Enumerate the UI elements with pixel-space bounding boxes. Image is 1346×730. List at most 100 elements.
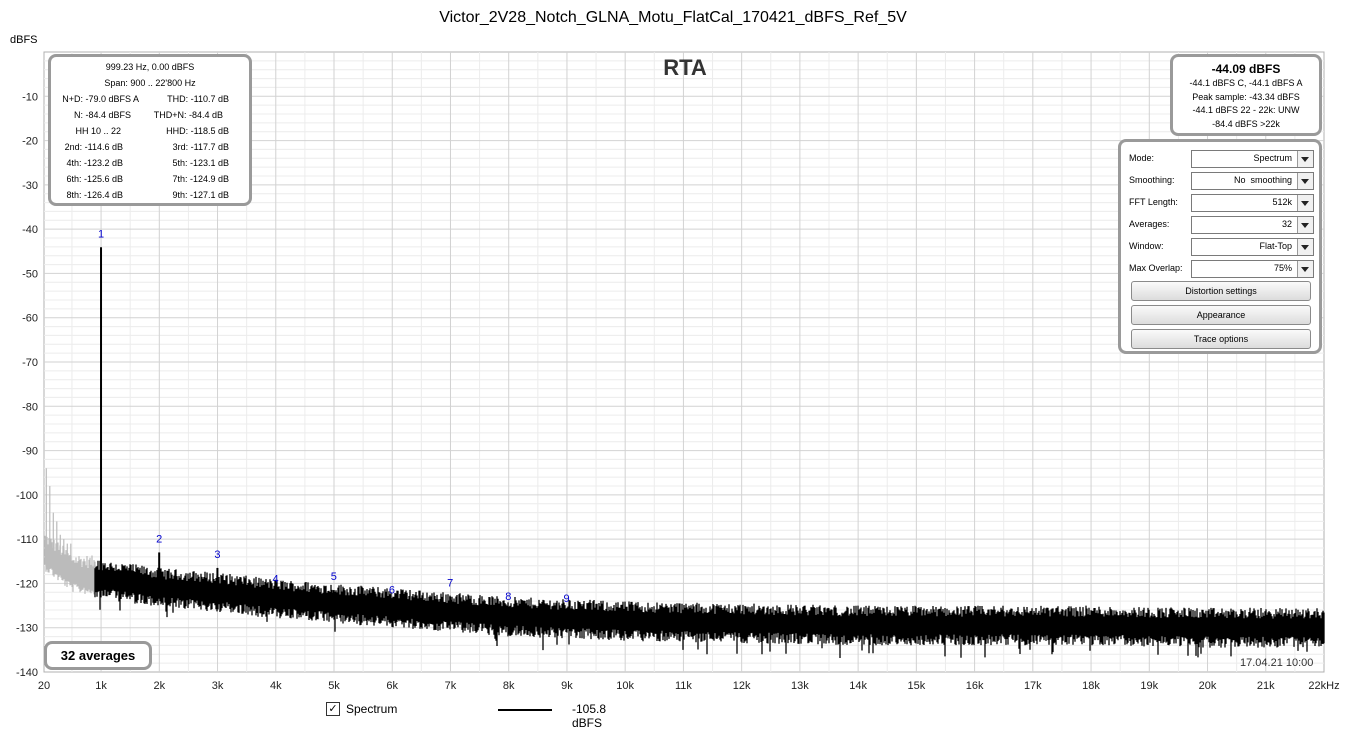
harmonic-5th-value: 5th: -123.1 dB [172,158,229,168]
chevron-down-icon[interactable] [1297,151,1313,167]
smoothing-select[interactable]: No smoothing [1191,172,1314,190]
x-axis-tick-labels: 20 1k 2k 3k 4k 5k 6k 7k 8k 9k 10k 11k 12k 13k 14k 15k 16… [38,680,1340,692]
thd-value: THD: -110.7 dB [167,94,229,104]
y-tick-label: -90 [22,446,38,458]
averages-value: 32 [1281,219,1292,229]
chevron-down-icon[interactable] [1297,239,1313,255]
distortion-header-frequency: 999.23 Hz, 0.00 dBFS [105,62,195,72]
smoothing-row: Smoothing: No smoothing [1129,172,1314,190]
level-panel[interactable]: -44.09 dBFS -44.1 dBFS C, -44.1 dBFS A P… [1170,54,1322,136]
max-overlap-label: Max Overlap: [1129,263,1183,273]
harmonic-9th-value: 9th: -127.1 dB [172,190,229,200]
chevron-down-icon[interactable] [1297,195,1313,211]
smoothing-value: No smoothing [1233,175,1292,185]
x-tick-label: 5k [328,680,340,692]
y-axis-unit-label: dBFS [10,34,38,46]
trace-options-button[interactable]: Trace options [1131,329,1311,349]
mode-row: Mode: Spectrum [1129,150,1314,168]
x-tick-label: 9k [561,680,573,692]
x-tick-label: 12k [733,680,751,692]
x-tick-label: 3k [212,680,224,692]
window-select[interactable]: Flat-Top [1191,238,1314,256]
harmonic-label: 4 [273,573,279,585]
appearance-button[interactable]: Appearance [1131,305,1311,325]
distortion-panel[interactable]: 999.23 Hz, 0.00 dBFS Span: 900 .. 22'800… [48,54,252,206]
max-overlap-select[interactable]: 75% [1191,260,1314,278]
chevron-down-icon[interactable] [1297,217,1313,233]
distortion-settings-button[interactable]: Distortion settings [1131,281,1311,301]
distortion-header-span: Span: 900 .. 22'800 Hz [104,78,196,88]
y-axis-tick-labels: -10 -20 -30 -40 -50 -60 -70 -80 -90 -100 -110 -120 -… [16,91,38,679]
x-tick-label: 18k [1082,680,1100,692]
y-tick-label: -20 [22,136,38,148]
mode-label: Mode: [1129,153,1155,163]
averages-badge: 32 averages [44,641,152,670]
y-tick-label: -60 [22,313,38,325]
chevron-down-icon[interactable] [1297,261,1313,277]
unweighted-level-value: -44.1 dBFS 22 - 22k: UNW [1192,105,1300,115]
x-tick-label: 17k [1024,680,1042,692]
y-tick-label: -130 [16,623,38,635]
averages-row: Averages: 32 [1129,216,1314,234]
harmonic-3rd-value: 3rd: -117.7 dB [172,142,229,152]
y-tick-label: -10 [22,91,38,103]
spectrum-visibility-checkbox[interactable]: ✓ [326,702,340,716]
peak-sample-value: Peak sample: -43.34 dBFS [1192,91,1300,102]
harmonic-label: 2 [156,533,162,545]
harmonic-2nd-value: 2nd: -114.6 dB [64,142,123,152]
y-tick-label: -70 [22,357,38,369]
y-tick-label: -110 [17,534,38,546]
y-tick-label: -50 [22,268,38,280]
max-overlap-value: 75% [1273,263,1292,273]
level-weighted-value: -44.1 dBFS C, -44.1 dBFS A [1189,78,1303,88]
averages-select[interactable]: 32 [1191,216,1314,234]
x-tick-label: 19k [1140,680,1158,692]
x-tick-label: 20k [1199,680,1217,692]
harmonic-label: 7 [447,578,453,590]
mode-select[interactable]: Spectrum [1191,150,1314,168]
x-tick-label: 20 [38,680,50,692]
timestamp: 17.04.21 10:00 [1240,657,1314,669]
x-tick-label: 1k [95,680,107,692]
x-tick-label: 6k [386,680,398,692]
y-tick-label: -140 [16,667,38,679]
x-tick-label: 13k [791,680,809,692]
x-tick-label: 15k [907,680,925,692]
x-tick-label: 10k [616,680,634,692]
window-row: Window: Flat-Top [1129,238,1314,256]
fft-length-row: FFT Length: 512k [1129,194,1314,212]
fft-length-value: 512k [1272,197,1292,207]
n-plus-d-value: N+D: -79.0 dBFS A [62,94,139,104]
harmonic-label: 6 [389,584,395,596]
legend-series-name: Spectrum [346,702,398,716]
x-tick-label: 22kHz [1308,680,1339,692]
window-value: Flat-Top [1259,241,1292,251]
fft-length-select[interactable]: 512k [1191,194,1314,212]
chart-title: Victor_2V28_Notch_GLNA_Motu_FlatCal_1704… [439,9,907,26]
harmonic-7th-value: 7th: -124.9 dB [172,174,229,184]
settings-panel: Mode: Spectrum Smoothing: No smoothing F… [1118,139,1322,354]
x-tick-label: 21k [1257,680,1275,692]
hh-range-value: HH 10 .. 22 [75,126,121,136]
harmonic-label: 5 [331,571,337,583]
harmonic-label: 1 [98,228,104,240]
hhd-value: HHD: -118.5 dB [166,126,229,136]
harmonic-label: 9 [563,593,569,605]
above-22k-level-value: -84.4 dBFS >22k [1212,118,1280,129]
x-tick-label: 11k [675,680,692,692]
y-tick-label: -40 [22,224,38,236]
thd-n-value: THD+N: -84.4 dB [153,110,223,120]
window-label: Window: [1129,241,1164,251]
chevron-down-icon[interactable] [1297,173,1313,189]
x-tick-label: 7k [445,680,457,692]
y-tick-label: -80 [22,401,38,413]
mode-value: Spectrum [1253,153,1292,163]
y-tick-label: -120 [16,578,38,590]
rta-label: RTA [663,55,707,80]
x-tick-label: 8k [503,680,515,692]
x-tick-label: 4k [270,680,282,692]
harmonic-label: 3 [214,549,220,561]
x-tick-label: 14k [849,680,867,692]
y-tick-label: -30 [22,180,38,192]
x-tick-label: 16k [966,680,984,692]
